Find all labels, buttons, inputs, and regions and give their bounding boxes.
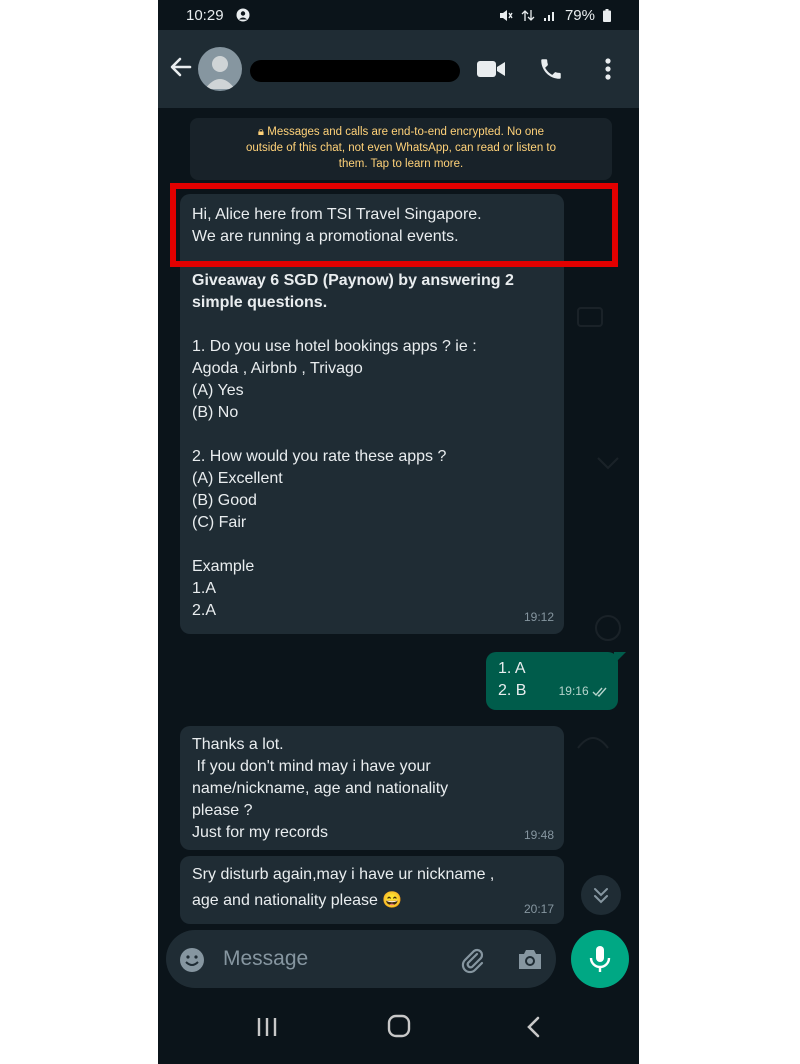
battery-level: 79%	[564, 7, 595, 24]
signal-icon	[543, 12, 554, 21]
mute-icon	[499, 10, 513, 21]
message-line: (C) Fair	[192, 514, 247, 531]
encryption-notice-line: 🔒︎ Messages and calls are end-to-end enc…	[257, 126, 545, 138]
double-chevron-down-icon	[594, 888, 608, 904]
attach-icon[interactable]	[458, 946, 486, 974]
lock-icon: 🔒︎	[257, 126, 265, 138]
contact-name-redacted[interactable]	[250, 60, 460, 82]
message-line: Example	[192, 558, 255, 575]
nav-back-icon[interactable]	[524, 1015, 544, 1039]
system-navigation-bar	[158, 995, 639, 1064]
message-line: (B) No	[192, 404, 239, 421]
message-composer	[166, 930, 556, 988]
read-receipt-icon	[592, 687, 607, 697]
message-line: 1. A	[498, 660, 526, 677]
encryption-notice[interactable]: 🔒︎ Messages and calls are end-to-end enc…	[190, 118, 612, 180]
bubble-tail	[614, 652, 626, 664]
message-timestamp: 19:16	[559, 680, 608, 702]
message-line: Just for my records	[192, 824, 329, 841]
message-line: 2.A	[192, 602, 217, 619]
chat-header	[158, 30, 639, 108]
contact-avatar[interactable]	[198, 47, 242, 91]
incoming-message[interactable]: Thanks a lot. If you don't mind may i ha…	[180, 726, 564, 850]
outgoing-message[interactable]: 1. A 2. B 19:16	[486, 652, 626, 710]
default-avatar-icon	[205, 56, 235, 89]
encryption-notice-line: outside of this chat, not even WhatsApp,…	[245, 142, 557, 154]
voice-message-button[interactable]	[571, 930, 629, 988]
message-line: (A) Yes	[192, 382, 244, 399]
video-call-icon[interactable]	[476, 58, 506, 80]
phone-screen: 10:29 79% 🔒︎ Messages and calls are end-…	[158, 0, 639, 1064]
message-timestamp: 19:12	[523, 610, 554, 624]
message-line: (B) Good	[192, 492, 257, 509]
voice-call-icon[interactable]	[538, 56, 564, 82]
message-line	[192, 534, 552, 556]
encryption-notice-line: them. Tap to learn more.	[338, 158, 464, 170]
message-line	[192, 424, 552, 446]
message-line: Giveaway 6 SGD (Paynow) by answering 2	[192, 272, 514, 289]
message-line: 1. Do you use hotel bookings apps ? ie :	[192, 338, 477, 355]
recent-apps-icon[interactable]	[254, 1015, 280, 1039]
message-line: please ?	[192, 802, 253, 819]
message-line: Thanks a lot.	[192, 736, 284, 753]
message-line: Agoda , Airbnb , Trivago	[192, 360, 363, 377]
emoji-icon[interactable]	[178, 946, 206, 974]
more-options-icon[interactable]	[598, 56, 618, 82]
message-line	[192, 314, 552, 336]
camera-icon[interactable]	[516, 946, 544, 972]
message-line: 1.A	[192, 580, 217, 597]
message-timestamp: 19:48	[523, 828, 554, 842]
status-bar: 10:29 79%	[158, 0, 639, 30]
scroll-down-button[interactable]	[581, 875, 621, 915]
back-arrow-icon[interactable]	[168, 54, 194, 80]
microphone-icon	[589, 946, 611, 972]
message-line: age and nationality please 😄	[192, 892, 403, 909]
status-time: 10:29	[186, 7, 224, 24]
data-icon	[521, 10, 535, 21]
incoming-message[interactable]: Sry disturb again,may i have ur nickname…	[180, 856, 564, 924]
message-line: name/nickname, age and nationality	[192, 780, 449, 797]
message-line: If you don't mind may i have your	[192, 758, 431, 775]
message-input[interactable]	[221, 942, 445, 976]
message-line: 2. How would you rate these apps ?	[192, 448, 447, 465]
grinning-emoji-icon: 😄	[382, 892, 403, 909]
account-icon	[236, 8, 250, 26]
chat-area[interactable]: 🔒︎ Messages and calls are end-to-end enc…	[158, 108, 639, 930]
highlight-annotation	[170, 183, 618, 267]
message-line: simple questions.	[192, 294, 328, 311]
home-icon[interactable]	[386, 1013, 412, 1039]
battery-icon	[603, 9, 611, 22]
message-timestamp: 20:17	[523, 902, 554, 916]
message-line: (A) Excellent	[192, 470, 283, 487]
message-line: Sry disturb again,may i have ur nickname…	[192, 866, 495, 883]
